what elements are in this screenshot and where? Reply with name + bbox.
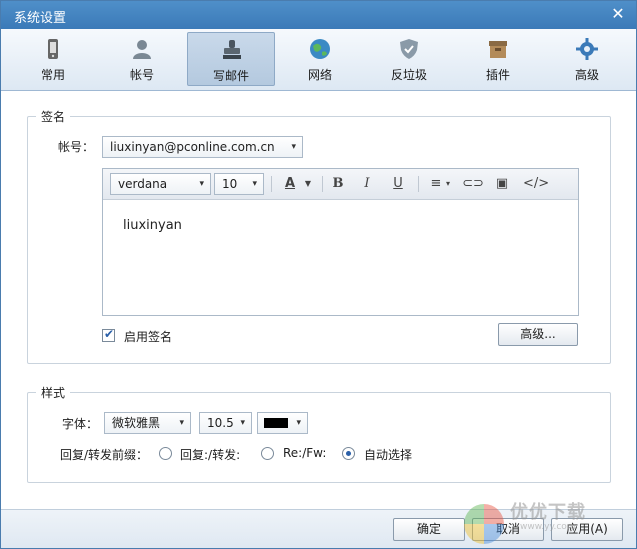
title-bar: 系统设置 ✕: [1, 1, 636, 29]
prefix-label: 回复/转发前缀：: [60, 448, 149, 462]
tab-compose[interactable]: 写邮件: [187, 32, 275, 86]
radio-dot: [346, 451, 351, 456]
globe-icon: [310, 39, 330, 59]
color-swatch: [264, 418, 288, 428]
chevron-down-icon: ▾: [252, 179, 257, 189]
tab-general[interactable]: 常用: [9, 32, 97, 86]
box-icon: [489, 41, 507, 58]
chevron-down-icon: ▾: [179, 418, 184, 428]
toolbar-separator: [322, 176, 323, 192]
prefix-option-chinese[interactable]: [159, 447, 172, 460]
signature-editor[interactable]: verdana ▾ 10 ▾ A ▼ B I U ≡ ▾ ⊂⊃ ▣ </> li…: [102, 168, 579, 316]
tab-label: 高级: [574, 68, 599, 82]
settings-content: 签名 帐号： liuxinyan@pconline.com.cn ▾ verda…: [1, 92, 636, 509]
style-group-title: 样式: [36, 384, 71, 401]
signature-text: liuxinyan: [123, 218, 182, 233]
chevron-down-icon: ▾: [291, 142, 296, 152]
editor-font-select[interactable]: verdana ▾: [110, 173, 211, 195]
enable-signature-checkbox[interactable]: ✔: [102, 327, 115, 342]
editor-font-value: verdana: [118, 177, 168, 191]
toolbar-separator: [418, 176, 419, 192]
account-value: liuxinyan@pconline.com.cn: [110, 140, 275, 154]
tab-label: 常用: [40, 68, 65, 82]
tab-account[interactable]: 帐号: [98, 32, 186, 86]
tab-network[interactable]: 网络: [276, 32, 364, 86]
editor-size-select[interactable]: 10 ▾: [214, 173, 264, 195]
chevron-down-icon[interactable]: ▾: [437, 174, 459, 194]
enable-signature-label: 启用签名: [124, 330, 173, 344]
signature-group-title: 签名: [36, 108, 71, 125]
link-icon[interactable]: ⊂⊃: [462, 174, 484, 194]
chevron-down-icon: ▾: [240, 418, 245, 428]
code-icon[interactable]: </>: [523, 174, 549, 194]
account-select[interactable]: liuxinyan@pconline.com.cn ▾: [102, 136, 303, 158]
shield-icon: [400, 39, 418, 59]
toolbar-separator: [271, 176, 272, 192]
color-select[interactable]: ▾: [257, 412, 308, 434]
bold-icon[interactable]: B: [327, 174, 349, 194]
prefix-option-label: 回复:/转发:: [180, 448, 241, 462]
prefix-option-label: 自动选择: [364, 448, 413, 462]
stamp-icon: [223, 40, 241, 59]
tab-label: 写邮件: [212, 69, 249, 83]
image-icon[interactable]: ▣: [491, 174, 513, 194]
tab-antispam[interactable]: 反垃圾: [365, 32, 453, 86]
style-group: 样式 字体： 微软雅黑 ▾ 10.5 ▾ ▾ 回复/转发前缀： 回复:/转发: …: [27, 384, 611, 483]
gear-icon: [576, 38, 598, 60]
font-value: 微软雅黑: [112, 416, 161, 430]
chevron-down-icon[interactable]: ▼: [297, 174, 319, 194]
italic-icon[interactable]: I: [356, 174, 378, 194]
tab-advanced[interactable]: 高级: [543, 32, 631, 86]
dialog-footer: 确定 取消 应用(A): [1, 509, 636, 548]
apply-button[interactable]: 应用(A): [551, 518, 623, 541]
chevron-down-icon: ▾: [199, 179, 204, 189]
tab-label: 插件: [485, 68, 510, 82]
tab-label: 网络: [307, 68, 332, 82]
user-icon: [133, 40, 151, 59]
ok-button[interactable]: 确定: [393, 518, 465, 541]
font-label: 字体：: [62, 417, 99, 431]
check-icon: ✔: [104, 327, 115, 341]
advanced-signature-button[interactable]: 高级...: [498, 323, 578, 346]
tab-label: 帐号: [129, 68, 154, 82]
phone-icon: [48, 39, 58, 59]
window-title: 系统设置: [14, 11, 67, 26]
font-select[interactable]: 微软雅黑 ▾: [104, 412, 191, 434]
chevron-down-icon: ▾: [296, 418, 301, 428]
settings-tabs: 常用 帐号 写邮件 网络 反垃圾 插件 高级: [1, 29, 636, 91]
prefix-option-re-fw[interactable]: [261, 447, 274, 460]
tab-plugins[interactable]: 插件: [454, 32, 542, 86]
cancel-button[interactable]: 取消: [472, 518, 544, 541]
editor-toolbar: verdana ▾ 10 ▾ A ▼ B I U ≡ ▾ ⊂⊃ ▣ </>: [103, 169, 578, 200]
size-select[interactable]: 10.5 ▾: [199, 412, 252, 434]
prefix-option-label: Re:/Fw:: [283, 446, 327, 460]
tab-label: 反垃圾: [390, 68, 427, 82]
underline-icon[interactable]: U: [387, 174, 409, 194]
account-label: 帐号：: [58, 140, 95, 154]
close-icon[interactable]: ✕: [608, 4, 628, 24]
signature-group: 签名 帐号： liuxinyan@pconline.com.cn ▾ verda…: [27, 108, 611, 364]
prefix-option-auto[interactable]: [342, 447, 355, 460]
editor-size-value: 10: [222, 177, 238, 191]
settings-window: 系统设置 ✕ 常用 帐号 写邮件 网络 反垃圾 插件 高级 签名 帐号： liu…: [0, 0, 637, 549]
size-value: 10.5: [207, 416, 234, 430]
